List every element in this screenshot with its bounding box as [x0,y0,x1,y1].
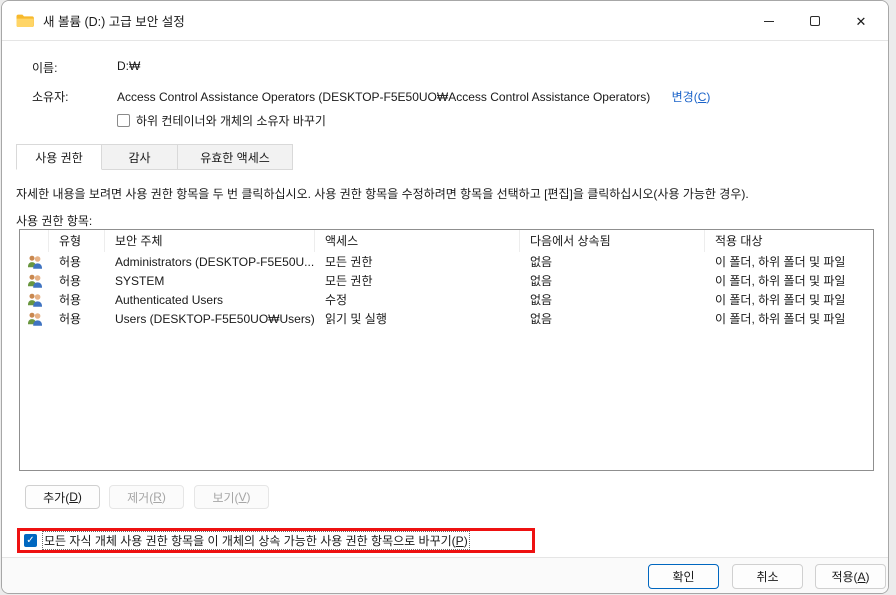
folder-icon [16,14,34,28]
column-header-type[interactable]: 유형 [49,230,105,252]
table-row[interactable]: 허용 Users (DESKTOP-F5E50UO₩Users) 읽기 및 실행… [20,309,873,328]
cancel-button[interactable]: 취소 [732,564,803,589]
close-icon: ✕ [856,15,867,28]
users-icon [20,292,49,308]
users-icon [20,254,49,270]
table-row[interactable]: 허용 Administrators (DESKTOP-F5E50U... 모든 … [20,252,873,271]
owner-value: Access Control Assistance Operators (DES… [117,90,650,104]
maximize-icon [810,16,820,26]
remove-button[interactable]: 제거(R) [109,485,184,509]
permission-entries-list[interactable]: 유형 보안 주체 액세스 다음에서 상속됨 적용 대상 허용 Administr… [19,229,874,471]
maximize-button[interactable] [792,1,838,41]
red-annotation-box: ✓ 모든 자식 개체 사용 권한 항목을 이 개체의 상속 가능한 사용 권한 … [17,528,535,553]
column-header-applies-to[interactable]: 적용 대상 [705,230,873,252]
tab-auditing[interactable]: 감사 [102,144,178,170]
advanced-security-settings-dialog: 새 볼륨 (D:) 고급 보안 설정 ✕ 이름: D:₩ 소유자: Access… [1,0,889,594]
tab-effective-access[interactable]: 유효한 액세스 [178,144,293,170]
table-header: 유형 보안 주체 액세스 다음에서 상속됨 적용 대상 [20,230,873,252]
add-button[interactable]: 추가(D) [25,485,100,509]
column-header-principal[interactable]: 보안 주체 [105,230,315,252]
replace-owner-checkbox[interactable] [117,114,130,127]
ok-button[interactable]: 확인 [648,564,719,589]
name-label: 이름: [32,59,57,76]
column-header-inherited-from[interactable]: 다음에서 상속됨 [520,230,705,252]
replace-owner-checkbox-row: 하위 컨테이너와 개체의 소유자 바꾸기 [117,112,326,129]
owner-row: Access Control Assistance Operators (DES… [117,88,710,105]
minimize-button[interactable] [746,1,792,41]
minimize-icon [764,21,774,22]
close-button[interactable]: ✕ [838,1,884,41]
description-text: 자세한 내용을 보려면 사용 권한 항목을 두 번 클릭하십시오. 사용 권한 … [16,185,884,202]
owner-label: 소유자: [32,88,68,105]
name-value: D:₩ [117,59,140,73]
replace-owner-checkbox-label: 하위 컨테이너와 개체의 소유자 바꾸기 [136,112,326,129]
apply-button[interactable]: 적용(A) [815,564,886,589]
table-row[interactable]: 허용 SYSTEM 모든 권한 없음 이 폴더, 하위 폴더 및 파일 [20,271,873,290]
change-owner-link[interactable]: 변경(C) [672,90,711,104]
table-row[interactable]: 허용 Authenticated Users 수정 없음 이 폴더, 하위 폴더… [20,290,873,309]
users-icon [20,311,49,327]
view-button[interactable]: 보기(V) [194,485,269,509]
column-header-icon[interactable] [20,230,49,252]
window-title: 새 볼륨 (D:) 고급 보안 설정 [43,11,185,30]
replace-child-permissions-label: 모든 자식 개체 사용 권한 항목을 이 개체의 상속 가능한 사용 권한 항목… [42,531,470,550]
permission-entries-label: 사용 권한 항목: [16,212,92,229]
tab-strip: 사용 권한 감사 유효한 액세스 [16,144,293,170]
users-icon [20,273,49,289]
title-bar: 새 볼륨 (D:) 고급 보안 설정 ✕ [2,1,888,41]
replace-child-permissions-checkbox[interactable]: ✓ [24,534,37,547]
tab-permissions[interactable]: 사용 권한 [16,144,102,170]
caption-controls: ✕ [746,1,884,41]
footer-separator [2,557,888,558]
column-header-access[interactable]: 액세스 [315,230,520,252]
